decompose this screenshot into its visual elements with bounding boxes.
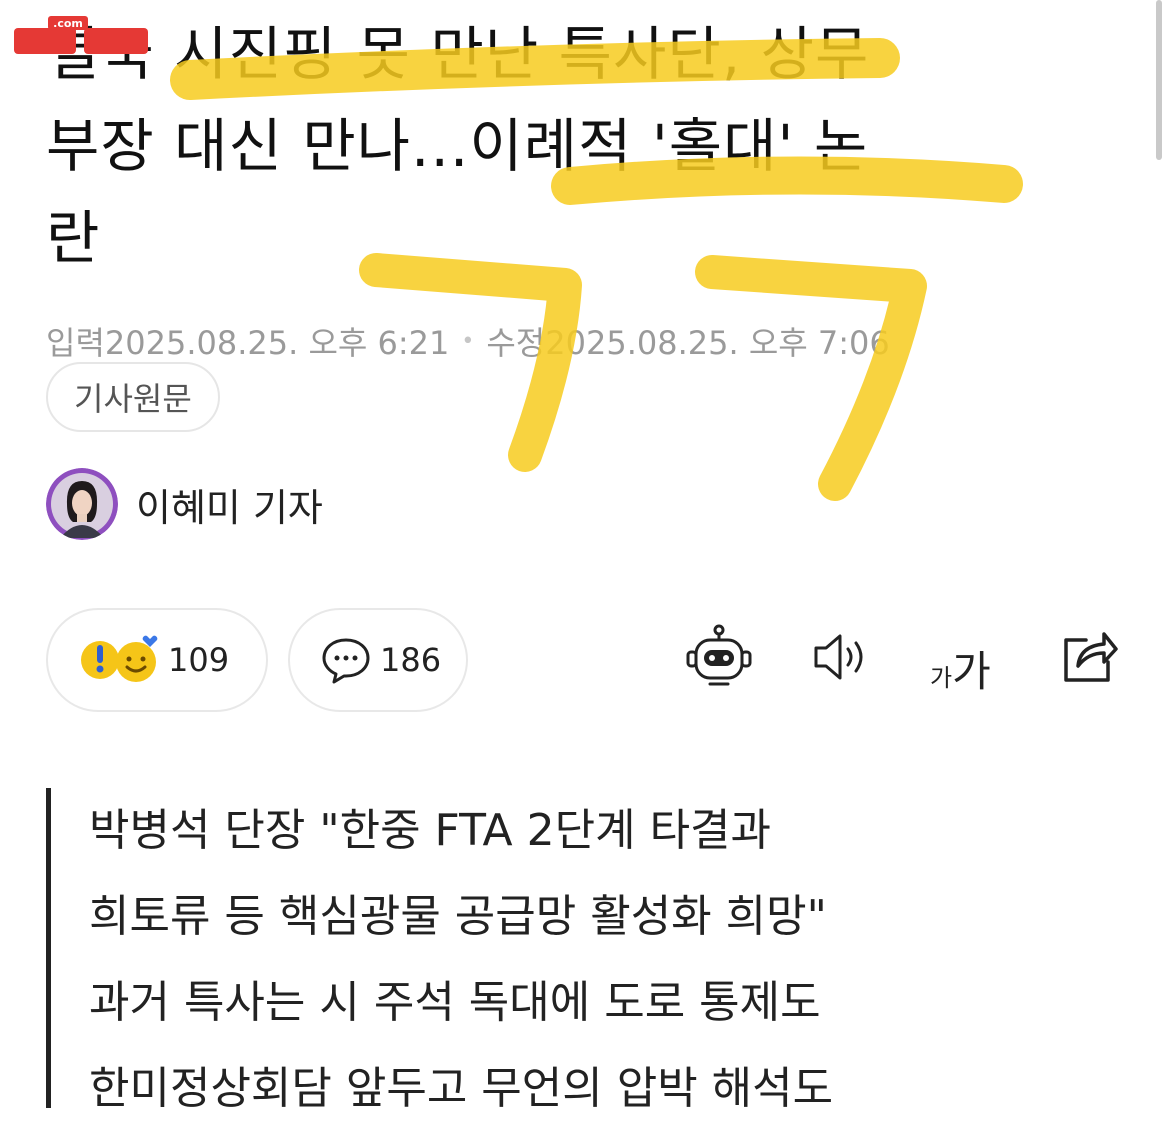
article-meta: 입력 2025.08.25. 오후 6:21 • 수정 2025.08.25. … [46, 318, 890, 364]
scrollbar[interactable] [1156, 0, 1162, 160]
author-name[interactable]: 이혜미 기자 [136, 477, 323, 532]
comment-button[interactable]: 186 [288, 608, 468, 712]
reaction-button[interactable]: 109 [46, 608, 268, 712]
summary-line-4: 한미정상회담 앞두고 무언의 압박 해석도 [89, 1063, 834, 1114]
robot-summary-icon[interactable] [684, 622, 754, 692]
author-avatar[interactable] [46, 468, 118, 540]
alert-emoji-icon [81, 635, 158, 682]
input-time: 2025.08.25. 오후 6:21 [104, 324, 450, 362]
headline-line-1: 결국 시진핑 못 만난 특사단, 상무 [46, 20, 870, 88]
headline-line-2: 부장 대신 만나...이례적 '홀대' 논 [46, 112, 869, 180]
author-row[interactable]: 이혜미 기자 [46, 468, 323, 540]
headline-line-3: 란 [46, 204, 101, 272]
highlight-kk-2 [695, 255, 927, 501]
reaction-count: 109 [168, 641, 230, 679]
edit-label: 수정 [486, 324, 546, 362]
share-icon[interactable] [1060, 622, 1120, 688]
summary-line-2: 희토류 등 핵심광물 공급망 활성화 희망" [89, 891, 827, 942]
edit-time: 2025.08.25. 오후 7:06 [545, 324, 890, 362]
font-size-small: 가 [930, 664, 953, 692]
meta-separator: • [461, 328, 475, 354]
summary-line-3: 과거 특사는 시 주석 독대에 도로 통제도 [89, 977, 821, 1028]
original-article-button[interactable]: 기사원문 [46, 362, 220, 432]
comment-count: 186 [380, 641, 442, 679]
article-headline: 결국 시진핑 못 만난 특사단, 상무 부장 대신 만나...이례적 '홀대' … [46, 8, 1126, 284]
article-summary: 박병석 단장 "한중 FTA 2단계 타결과 희토류 등 핵심광물 공급망 활성… [46, 788, 833, 1114]
font-size-icon[interactable]: 가가 [930, 638, 991, 699]
comment-bubble-icon [322, 638, 370, 684]
speaker-icon[interactable] [810, 622, 874, 692]
summary-line-1: 박병석 단장 "한중 FTA 2단계 타결과 [89, 805, 772, 856]
site-watermark: .com [14, 16, 148, 54]
font-size-big: 가 [952, 647, 991, 696]
input-label: 입력 [46, 324, 105, 362]
watermark-text: .com [53, 17, 83, 30]
